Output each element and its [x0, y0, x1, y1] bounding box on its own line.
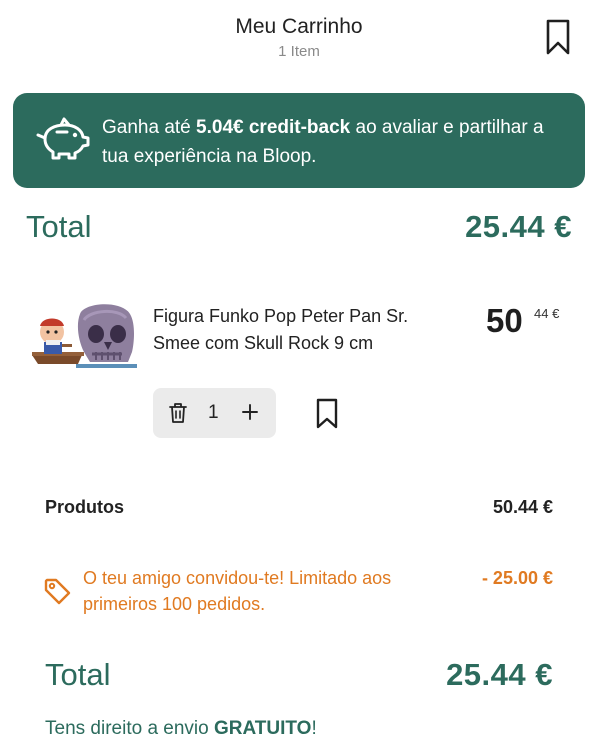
quantity-stepper: 1 — [153, 388, 276, 438]
promo-discount-row: O teu amigo convidou-te! Limitado aos pr… — [43, 565, 553, 621]
total-value: 25.44 € — [446, 657, 553, 692]
total-label: Total — [26, 209, 92, 244]
total-summary-bottom: Total 25.44 € — [45, 655, 553, 699]
product-image[interactable] — [32, 300, 137, 372]
plus-icon[interactable] — [241, 403, 259, 421]
products-label: Produtos — [45, 497, 124, 517]
price-decimal: 44 € — [534, 306, 560, 321]
bookmark-icon[interactable] — [315, 398, 339, 429]
products-subtotal-row: Produtos 50.44 € — [45, 497, 553, 523]
free-shipping-label: GRATUITO — [214, 718, 312, 739]
credit-back-banner[interactable]: Ganha até 5.04€ credit-back ao avaliar e… — [13, 93, 585, 188]
tag-icon — [44, 578, 71, 605]
piggy-bank-icon — [36, 117, 90, 160]
page-title: Meu Carrinho — [235, 15, 363, 38]
quantity-value: 1 — [208, 402, 219, 423]
bookmark-icon[interactable] — [543, 18, 573, 56]
product-name[interactable]: Figura Funko Pop Peter Pan Sr. Smee com … — [153, 303, 443, 357]
free-shipping-note: Tens direito a envio GRATUITO! — [45, 718, 317, 739]
products-value: 50.44 € — [492, 497, 553, 517]
credit-back-amount: 5.04€ credit-back — [196, 117, 351, 138]
total-summary-top: Total 25.44 € — [26, 207, 572, 251]
product-price: 50 44 € — [486, 300, 576, 340]
total-value: 25.44 € — [465, 209, 572, 244]
total-label: Total — [45, 657, 111, 692]
price-integer: 50 — [486, 302, 523, 339]
promo-value: - 25.00 € — [481, 568, 553, 588]
promo-text: O teu amigo convidou-te! Limitado aos pr… — [83, 568, 392, 614]
item-count: 1 Item — [278, 43, 320, 60]
trash-icon[interactable] — [168, 402, 188, 424]
banner-text: Ganha até 5.04€ credit-back ao avaliar e… — [102, 117, 544, 167]
header: Meu Carrinho 1 Item — [0, 0, 598, 80]
